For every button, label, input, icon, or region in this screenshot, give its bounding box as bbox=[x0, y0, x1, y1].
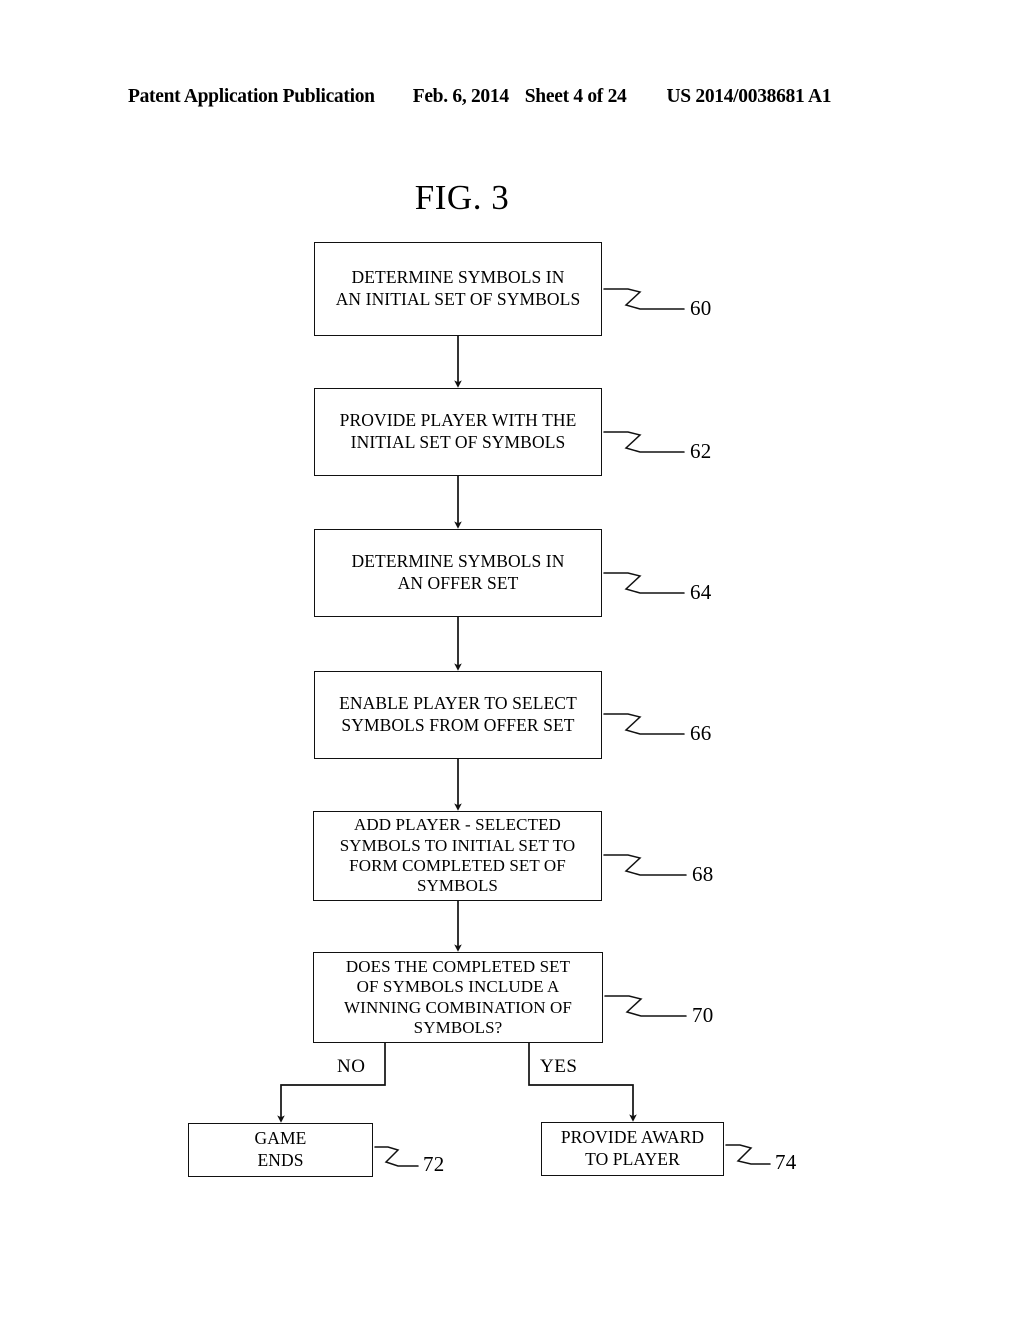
flow-node-60[interactable]: DETERMINE SYMBOLS IN AN INITIAL SET OF S… bbox=[314, 242, 602, 336]
flow-node-70-line-4: SYMBOLS? bbox=[413, 1017, 503, 1037]
reference-numeral-72: 72 bbox=[423, 1152, 445, 1176]
flow-node-74-provide-award[interactable]: PROVIDE AWARD TO PLAYER bbox=[541, 1122, 724, 1176]
leader-line-60 bbox=[603, 288, 685, 310]
branch-label-yes: YES bbox=[540, 1056, 578, 1077]
flow-node-72-line-2: ENDS bbox=[257, 1150, 304, 1170]
connector-70-74-yes bbox=[528, 1043, 637, 1122]
leader-line-62 bbox=[603, 431, 685, 453]
reference-numeral-60: 60 bbox=[690, 296, 712, 320]
flow-node-70-decision[interactable]: DOES THE COMPLETED SET OF SYMBOLS INCLUD… bbox=[313, 952, 603, 1043]
flow-node-68[interactable]: ADD PLAYER - SELECTED SYMBOLS TO INITIAL… bbox=[313, 811, 602, 901]
flowchart-connectors bbox=[277, 288, 771, 1167]
flow-node-66-line-1: ENABLE PLAYER TO SELECT bbox=[339, 693, 577, 714]
flow-node-64-line-1: DETERMINE SYMBOLS IN bbox=[351, 551, 565, 572]
branch-label-no: NO bbox=[337, 1056, 366, 1077]
reference-numeral-66: 66 bbox=[690, 721, 712, 745]
leader-line-74 bbox=[725, 1144, 771, 1165]
connector-70-72-no bbox=[277, 1043, 386, 1123]
leader-line-72 bbox=[374, 1146, 419, 1167]
flow-node-70-line-3: WINNING COMBINATION OF bbox=[344, 997, 572, 1017]
leader-line-70 bbox=[604, 995, 687, 1017]
flow-node-60-line-2: AN INITIAL SET OF SYMBOLS bbox=[335, 289, 581, 309]
flow-node-66[interactable]: ENABLE PLAYER TO SELECT SYMBOLS FROM OFF… bbox=[314, 671, 602, 759]
flow-node-68-line-1: ADD PLAYER - SELECTED bbox=[354, 815, 561, 835]
flow-node-70-line-1: DOES THE COMPLETED SET bbox=[345, 956, 571, 976]
leader-line-64 bbox=[603, 572, 685, 594]
flowchart-diagram: DETERMINE SYMBOLS IN AN INITIAL SET OF S… bbox=[0, 0, 1024, 1320]
reference-numeral-74: 74 bbox=[775, 1150, 797, 1174]
flow-node-72-game-ends[interactable]: GAME ENDS bbox=[188, 1123, 373, 1177]
flow-node-70-line-2: OF SYMBOLS INCLUDE A bbox=[356, 977, 560, 997]
reference-numeral-62: 62 bbox=[690, 439, 712, 463]
flow-node-74-line-2: TO PLAYER bbox=[585, 1149, 680, 1169]
flow-node-72-line-1: GAME bbox=[254, 1128, 307, 1149]
flow-node-68-line-4: SYMBOLS bbox=[416, 876, 498, 896]
flow-node-62[interactable]: PROVIDE PLAYER WITH THE INITIAL SET OF S… bbox=[314, 388, 602, 476]
flow-node-68-line-2: SYMBOLS TO INITIAL SET TO bbox=[339, 835, 576, 855]
flow-node-64[interactable]: DETERMINE SYMBOLS IN AN OFFER SET bbox=[314, 529, 602, 617]
flow-node-62-line-1: PROVIDE PLAYER WITH THE bbox=[339, 410, 577, 431]
leader-line-68 bbox=[603, 854, 687, 876]
flow-node-66-line-2: SYMBOLS FROM OFFER SET bbox=[341, 715, 575, 735]
flow-node-74-line-1: PROVIDE AWARD bbox=[560, 1127, 705, 1148]
flow-node-62-line-2: INITIAL SET OF SYMBOLS bbox=[350, 432, 566, 452]
reference-numeral-64: 64 bbox=[690, 580, 712, 604]
reference-numeral-68: 68 bbox=[692, 862, 714, 886]
flow-node-68-line-3: FORM COMPLETED SET OF bbox=[349, 856, 566, 875]
flow-node-64-line-2: AN OFFER SET bbox=[397, 573, 519, 593]
flow-node-60-line-1: DETERMINE SYMBOLS IN bbox=[351, 267, 565, 288]
reference-numeral-70: 70 bbox=[692, 1003, 714, 1027]
leader-line-66 bbox=[603, 713, 685, 735]
